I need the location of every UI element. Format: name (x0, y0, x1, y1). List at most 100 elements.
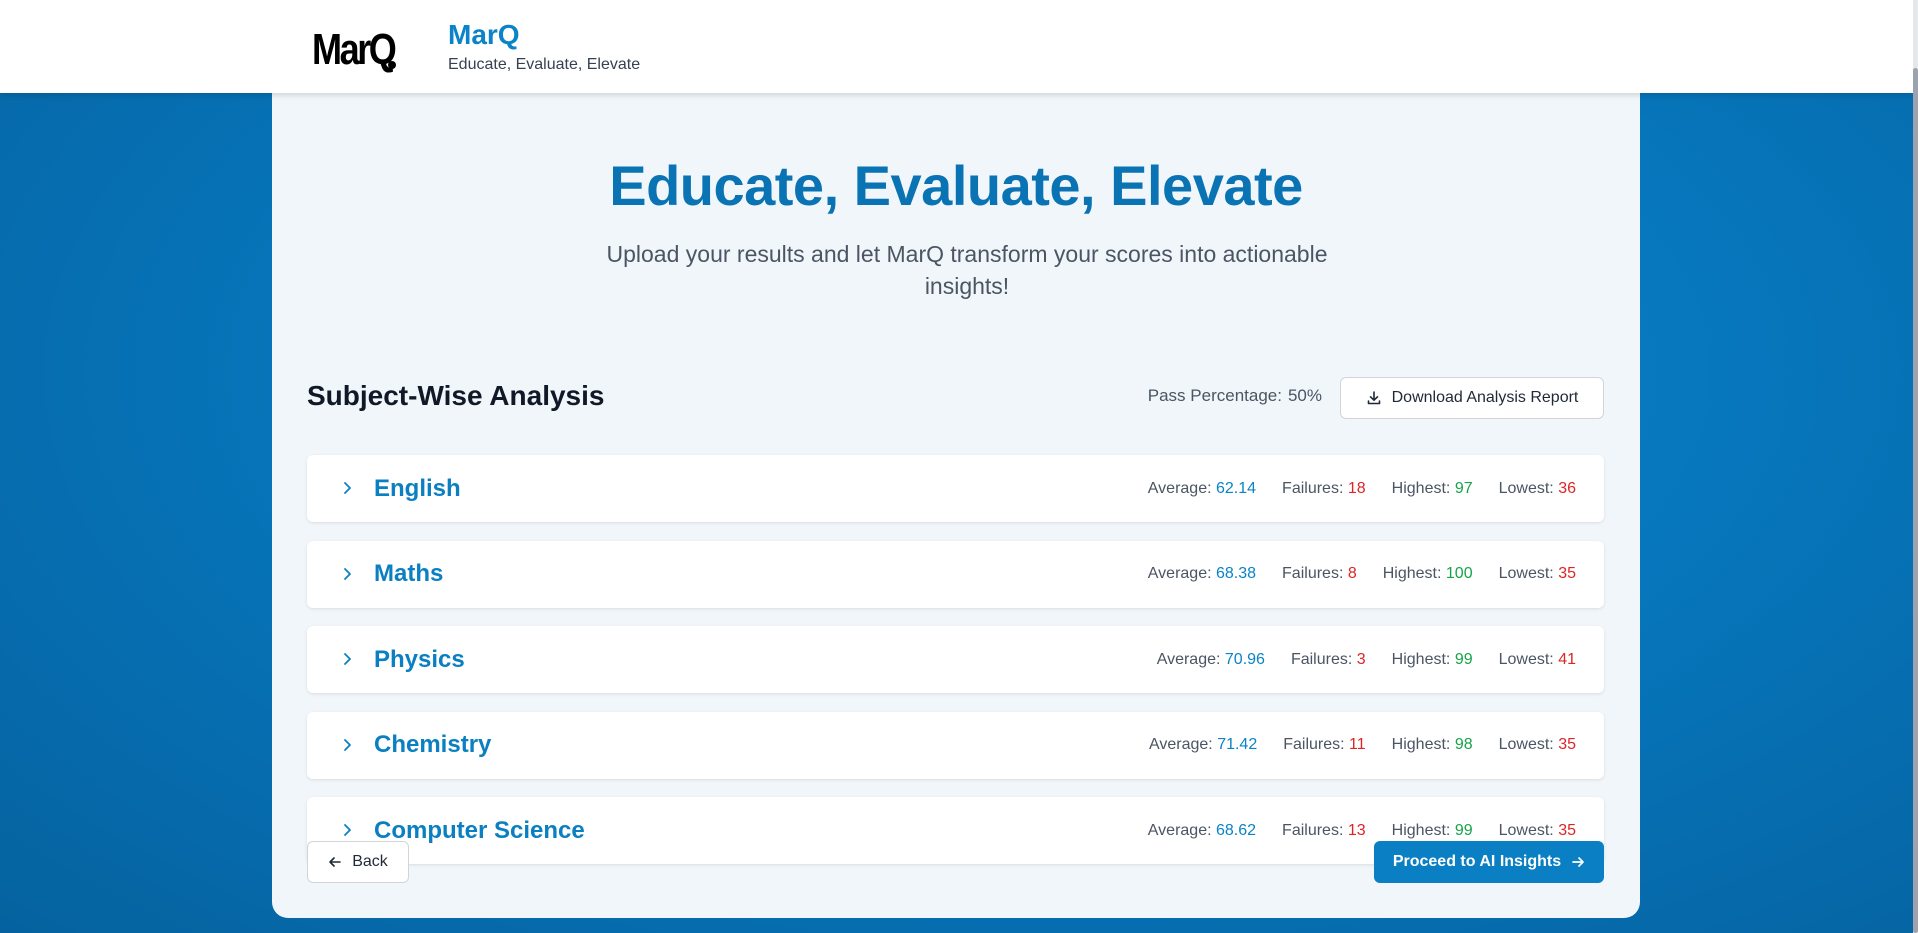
stat-lowest-label: Lowest: (1498, 650, 1554, 668)
subject-name: Computer Science (374, 816, 585, 844)
download-icon (1367, 391, 1380, 405)
stat-lowest-label: Lowest: (1498, 565, 1554, 582)
subject-row[interactable]: Physics Average: 70.96 Failures: 3 Highe… (307, 626, 1604, 693)
stat-highest: Highest: 99 (1392, 651, 1473, 669)
stat-highest-value: 98 (1454, 736, 1473, 753)
scrollbar-thumb[interactable] (1913, 68, 1918, 933)
subject-stats: Average: 68.62 Failures: 13 Highest: 99 … (1148, 822, 1576, 840)
download-report-button[interactable]: Download Analysis Report (1340, 377, 1604, 419)
stat-failures-value: 3 (1356, 650, 1366, 668)
stat-average: Average: 71.42 (1149, 736, 1257, 754)
stat-lowest: Lowest: 36 (1499, 480, 1576, 498)
stat-highest-label: Highest: (1391, 736, 1451, 753)
stat-average-label: Average: (1147, 821, 1212, 839)
pass-percentage-value: 50% (1287, 386, 1322, 405)
stat-average: Average: 68.62 (1148, 822, 1256, 840)
stat-highest: Highest: 99 (1392, 822, 1473, 840)
subject-list: English Average: 62.14 Failures: 18 High… (307, 455, 1604, 883)
stat-highest-value: 100 (1445, 565, 1473, 582)
stat-failures-label: Failures: (1290, 650, 1353, 668)
stat-lowest: Lowest: 41 (1499, 651, 1576, 669)
subject-stats: Average: 62.14 Failures: 18 Highest: 97 … (1148, 480, 1576, 498)
chevron-right-icon[interactable] (339, 480, 355, 496)
stat-lowest-value: 41 (1558, 650, 1576, 668)
arrow-left-icon (329, 857, 342, 867)
back-button[interactable]: Back (307, 841, 409, 883)
stat-failures: Failures: 3 (1291, 651, 1366, 669)
stat-average-value: 62.14 (1216, 479, 1257, 497)
stat-highest-label: Highest: (1391, 821, 1451, 839)
stat-failures-label: Failures: (1282, 565, 1344, 582)
stat-failures-value: 18 (1347, 479, 1366, 497)
stat-lowest: Lowest: 35 (1499, 565, 1576, 583)
chevron-right-icon[interactable] (339, 566, 355, 582)
logo-wordmark: MarQ (312, 25, 397, 74)
subject-row[interactable]: English Average: 62.14 Failures: 18 High… (307, 455, 1604, 522)
brand-name: MarQ (448, 19, 520, 50)
subject-row[interactable]: Maths Average: 68.38 Failures: 8 Highest… (307, 540, 1604, 608)
stat-lowest-value: 35 (1558, 736, 1576, 753)
stat-highest-value: 99 (1454, 650, 1473, 668)
back-label: Back (352, 853, 388, 870)
stat-lowest-value: 35 (1558, 821, 1576, 839)
logo-dot (388, 61, 396, 69)
subject-name: Physics (374, 645, 465, 673)
stat-highest: Highest: 100 (1383, 565, 1473, 583)
stat-highest: Highest: 97 (1392, 480, 1473, 498)
stat-highest-value: 99 (1454, 821, 1473, 839)
stat-failures-value: 11 (1349, 736, 1366, 753)
top-header: MarQ MarQ Educate, Evaluate, Elevate (0, 0, 1913, 93)
stat-failures-label: Failures: (1282, 479, 1344, 497)
stat-lowest-value: 35 (1558, 565, 1576, 582)
stat-failures-label: Failures: (1282, 821, 1344, 839)
stat-average: Average: 70.96 (1157, 651, 1265, 669)
subject-stats: Average: 68.38 Failures: 8 Highest: 100 … (1148, 565, 1576, 583)
main-card: Educate, Evaluate, Elevate Upload your r… (272, 60, 1640, 918)
hero-subtitle: Upload your results and let MarQ transfo… (606, 241, 1328, 299)
stat-average-label: Average: (1147, 479, 1212, 497)
subject-name: Chemistry (374, 731, 492, 758)
section-title: Subject-Wise Analysis (307, 380, 605, 411)
stat-average-value: 71.42 (1217, 736, 1258, 753)
stat-average-label: Average: (1148, 736, 1213, 753)
stat-average-value: 70.96 (1224, 650, 1265, 668)
stat-average-label: Average: (1156, 650, 1221, 668)
stat-failures-value: 8 (1347, 565, 1357, 582)
marq-logo[interactable]: MarQ (312, 22, 400, 72)
subject-stats: Average: 70.96 Failures: 3 Highest: 99 L… (1157, 651, 1576, 669)
stat-highest: Highest: 98 (1392, 736, 1473, 754)
stat-highest-label: Highest: (1391, 650, 1451, 668)
stat-lowest-label: Lowest: (1498, 479, 1554, 497)
stat-failures: Failures: 18 (1282, 480, 1366, 498)
stat-failures: Failures: 8 (1282, 565, 1357, 583)
stat-average-label: Average: (1147, 565, 1212, 582)
arrow-right-icon (1572, 857, 1585, 867)
chevron-right-icon[interactable] (339, 651, 355, 667)
proceed-ai-insights-button[interactable]: Proceed to AI Insights (1374, 841, 1604, 883)
subject-stats: Average: 71.42 Failures: 11 Highest: 98 … (1149, 736, 1576, 754)
pass-percentage-label: Pass Percentage: (1147, 386, 1282, 405)
brand-tagline: Educate, Evaluate, Elevate (448, 56, 641, 73)
stat-failures-label: Failures: (1283, 736, 1345, 753)
stat-lowest: Lowest: 35 (1499, 736, 1576, 754)
subject-name: Maths (374, 560, 444, 587)
stat-failures: Failures: 11 (1283, 736, 1365, 754)
subject-row[interactable]: Chemistry Average: 71.42 Failures: 11 Hi… (307, 711, 1604, 779)
stat-lowest: Lowest: 35 (1499, 822, 1576, 840)
brand-block: MarQ Educate, Evaluate, Elevate (448, 18, 640, 76)
hero-title: Educate, Evaluate, Elevate (609, 154, 1303, 217)
stat-average: Average: 68.38 (1148, 565, 1256, 583)
stat-highest-label: Highest: (1391, 479, 1451, 497)
stat-highest-value: 97 (1454, 479, 1473, 497)
stat-average-value: 68.62 (1216, 821, 1257, 839)
proceed-label: Proceed to AI Insights (1392, 853, 1562, 870)
stat-failures: Failures: 13 (1282, 822, 1366, 840)
stat-highest-label: Highest: (1382, 565, 1442, 582)
stat-average: Average: 62.14 (1148, 480, 1256, 498)
chevron-right-icon[interactable] (339, 737, 355, 753)
stat-failures-value: 13 (1347, 821, 1366, 839)
stat-lowest-label: Lowest: (1498, 736, 1554, 753)
download-report-label: Download Analysis Report (1391, 389, 1579, 406)
chevron-right-icon[interactable] (339, 822, 355, 838)
page-scrollbar[interactable] (1913, 0, 1918, 933)
